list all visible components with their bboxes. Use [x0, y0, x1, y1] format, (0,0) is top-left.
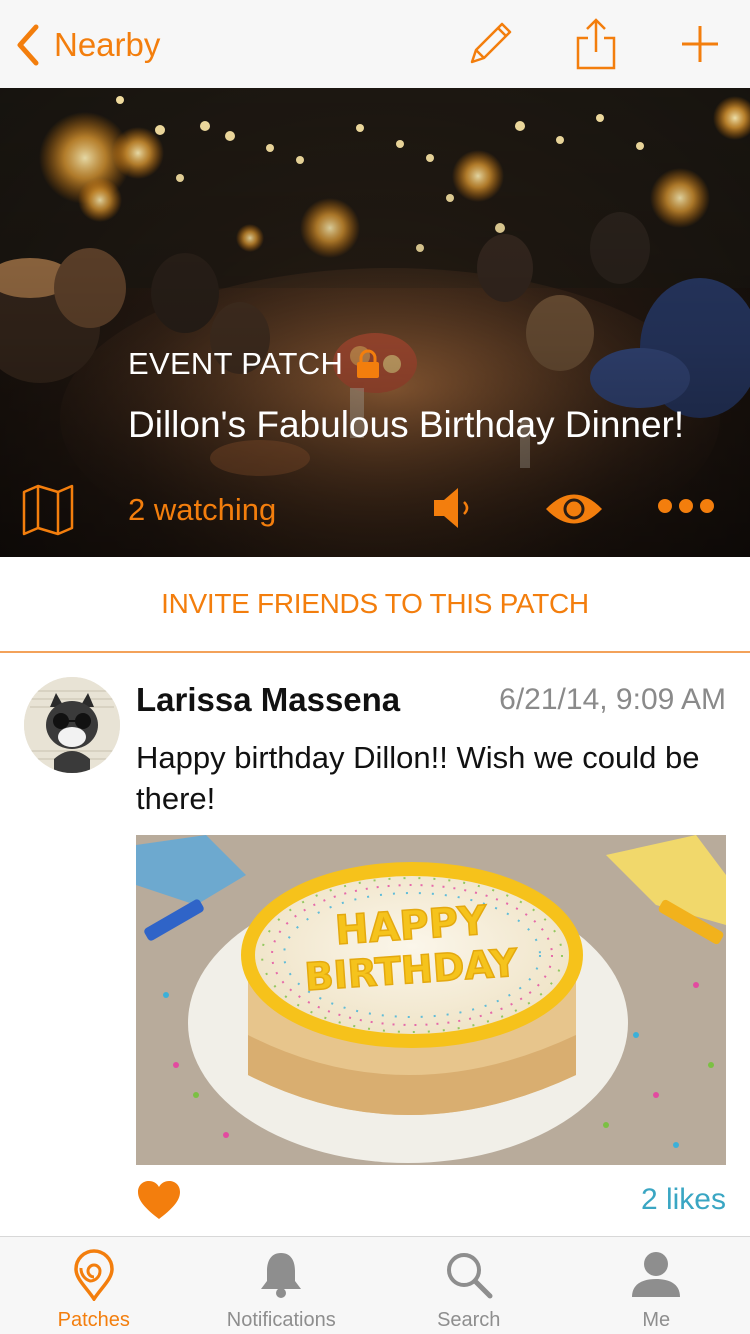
message-timestamp: 6/21/14, 9:09 AM	[499, 683, 726, 716]
patch-type-label: EVENT PATCH	[128, 346, 381, 382]
birthday-cake-image: HAPPY BIRTHDAY	[136, 835, 726, 1165]
patch-header-photo: EVENT PATCH Dillon's Fabulous Birthday D…	[0, 88, 750, 557]
back-label: Nearby	[54, 26, 161, 63]
tab-label: Me	[642, 1309, 671, 1331]
patch-action-row: 2 watching	[0, 480, 750, 540]
map-icon[interactable]	[20, 482, 76, 536]
tab-bar: Patches Notifications Search Me	[0, 1236, 750, 1334]
lock-icon	[357, 349, 380, 378]
navigation-bar: Nearby	[0, 0, 750, 88]
avatar[interactable]	[24, 677, 120, 773]
invite-friends-button[interactable]: INVITE FRIENDS TO THIS PATCH	[0, 557, 750, 653]
message-author[interactable]: Larissa Massena	[136, 681, 400, 719]
message-item: Larissa Massena 6/21/14, 9:09 AM Happy b…	[0, 655, 750, 1235]
patches-icon	[73, 1249, 114, 1301]
eye-icon[interactable]	[544, 486, 604, 532]
heart-icon[interactable]	[136, 1179, 182, 1221]
speaker-icon[interactable]	[430, 484, 478, 532]
tab-label: Search	[437, 1309, 501, 1331]
tab-label: Patches	[57, 1309, 130, 1331]
tab-label: Notifications	[226, 1309, 336, 1331]
more-icon[interactable]	[656, 496, 716, 516]
tab-notifications[interactable]: Notifications	[188, 1237, 376, 1334]
plus-icon[interactable]	[672, 16, 728, 72]
watching-count[interactable]: 2 watching	[128, 492, 276, 528]
back-button[interactable]: Nearby	[14, 20, 160, 70]
patch-title: Dillon's Fabulous Birthday Dinner!	[128, 404, 685, 445]
chevron-left-icon	[17, 24, 39, 66]
likes-count[interactable]: 2 likes	[641, 1183, 726, 1217]
message-photo[interactable]: HAPPY BIRTHDAY	[136, 835, 726, 1165]
cat-avatar-image	[24, 677, 120, 773]
tab-patches[interactable]: Patches	[0, 1237, 188, 1334]
tab-me[interactable]: Me	[563, 1237, 750, 1334]
message-text: Happy birthday Dillon!! Wish we could be…	[136, 740, 700, 816]
patch-type-text: EVENT PATCH	[128, 346, 344, 381]
share-icon[interactable]	[568, 16, 624, 72]
tab-search[interactable]: Search	[375, 1237, 563, 1334]
search-icon	[446, 1253, 493, 1299]
pencil-icon[interactable]	[462, 16, 518, 72]
bell-icon	[261, 1253, 302, 1298]
person-icon	[632, 1252, 681, 1297]
invite-friends-label: INVITE FRIENDS TO THIS PATCH	[161, 588, 589, 619]
